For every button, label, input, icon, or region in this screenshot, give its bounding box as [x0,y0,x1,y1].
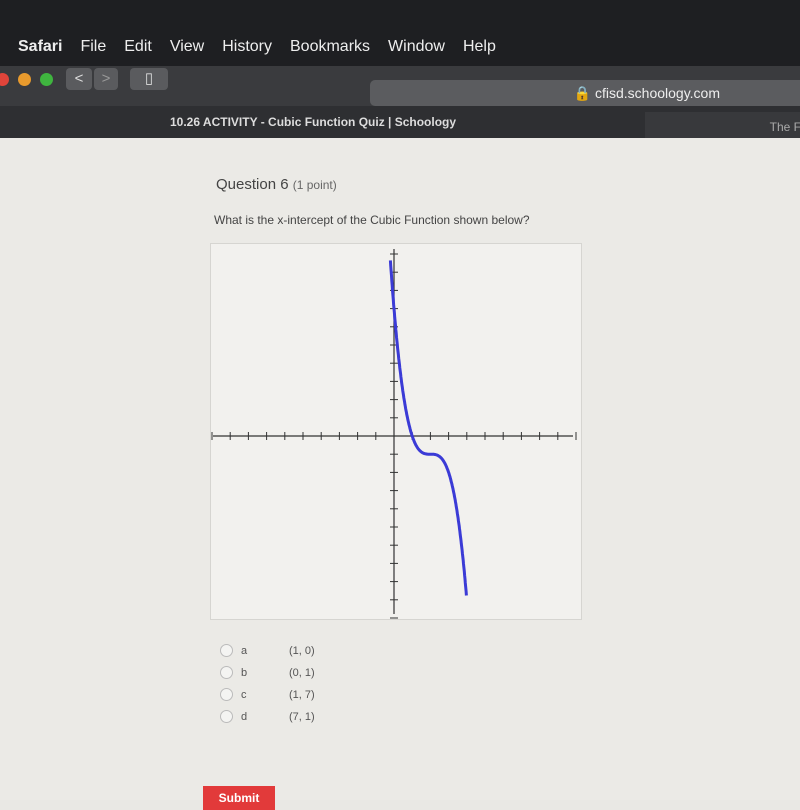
menu-history[interactable]: History [222,38,272,56]
url-text: cfisd.schoology.com [594,85,720,101]
question-text: What is the x-intercept of the Cubic Fun… [214,213,530,227]
menu-edit[interactable]: Edit [124,38,152,56]
option-letter: a [241,644,248,657]
address-bar[interactable]: 🔒 cfisd.schoology.com [370,80,800,106]
mac-menubar: Safari File Edit View History Bookmarks … [0,0,800,68]
zoom-window-button[interactable] [40,73,53,86]
question-title: Question 6 (1 point) [216,176,337,193]
sidebar-toggle-icon[interactable]: ▯ [130,68,168,90]
radio-button[interactable] [220,666,233,679]
submit-button[interactable]: Submit [203,786,275,810]
option-value: (1, 0) [289,644,315,657]
menu-help[interactable]: Help [463,38,496,56]
menu-window[interactable]: Window [388,38,445,56]
forward-button[interactable]: > [94,68,118,90]
menu-view[interactable]: View [170,38,204,56]
option-letter: b [241,666,248,679]
question-number: Question 6 [216,176,289,193]
option-value: (7, 1) [289,710,315,723]
menu-file[interactable]: File [80,38,106,56]
minimize-window-button[interactable] [18,73,31,86]
option-c[interactable]: c (1, 7) [220,688,315,701]
option-value: (0, 1) [289,666,315,679]
menu-bookmarks[interactable]: Bookmarks [290,38,370,56]
radio-button[interactable] [220,688,233,701]
option-d[interactable]: d (7, 1) [220,710,315,723]
option-b[interactable]: b (0, 1) [220,666,315,679]
option-letter: d [241,710,248,723]
option-a[interactable]: a (1, 0) [220,644,315,657]
cubic-graph [210,243,582,620]
back-button[interactable]: < [66,68,92,90]
lock-icon: 🔒 [573,85,592,101]
menu-safari[interactable]: Safari [18,38,62,56]
option-letter: c [241,688,247,701]
graph-svg [211,249,577,619]
option-value: (1, 7) [289,688,315,701]
question-points: (1 point) [292,178,337,192]
radio-button[interactable] [220,710,233,723]
tab-active[interactable]: 10.26 ACTIVITY - Cubic Function Quiz | S… [0,108,640,136]
cubic-curve [388,260,468,596]
radio-button[interactable] [220,644,233,657]
